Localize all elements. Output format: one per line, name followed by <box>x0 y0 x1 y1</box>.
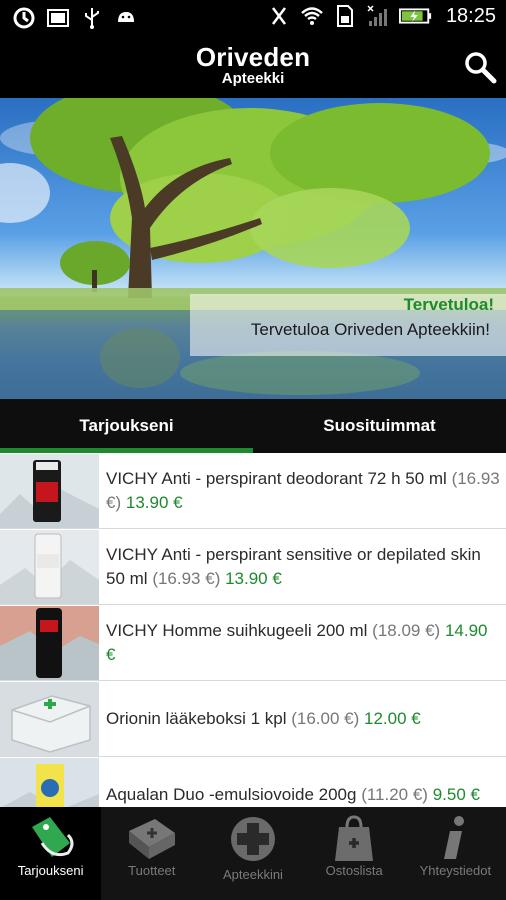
welcome-text: Tervetuloa Oriveden Apteekkiin! <box>250 320 490 339</box>
bottom-navigation: Tarjoukseni Tuotteet Apteekkini Ostoslis… <box>0 807 506 900</box>
screen-icon <box>47 9 69 27</box>
nav-tuotteet[interactable]: Tuotteet <box>101 807 202 900</box>
app-header: Oriveden Apteekki <box>0 37 506 98</box>
list-item[interactable]: VICHY Anti - perspirant deodorant 72 h 5… <box>0 453 506 529</box>
nav-label: Apteekkini <box>222 867 283 882</box>
usb-icon <box>85 8 99 29</box>
offer-price: 9.50 € <box>432 785 480 804</box>
wifi-icon <box>301 7 323 25</box>
old-price: (18.09 €) <box>372 621 441 640</box>
list-item[interactable]: Orionin lääkeboksi 1 kpl (16.00 €) 12.00… <box>0 681 506 757</box>
clock: 18:25 <box>445 4 496 27</box>
product-name: VICHY Anti - perspirant deodorant 72 h 5… <box>106 469 447 488</box>
welcome-title: Tervetuloa! <box>403 295 494 314</box>
tab-tarjoukseni[interactable]: Tarjoukseni <box>0 399 253 453</box>
product-description: VICHY Anti - perspirant deodorant 72 h 5… <box>106 467 500 515</box>
sync-icon <box>13 7 35 29</box>
nav-label: Tarjoukseni <box>17 863 84 878</box>
status-bar: 18:25 <box>0 0 506 37</box>
battery-charging-icon <box>398 8 432 24</box>
nav-apteekkini[interactable]: Apteekkini <box>202 807 303 900</box>
old-price: (16.93 €) <box>152 569 221 588</box>
product-description: VICHY Homme suihkugeeli 200 ml (18.09 €)… <box>106 619 500 667</box>
product-thumbnail <box>0 758 99 807</box>
offer-price: 13.90 € <box>125 493 183 512</box>
list-item[interactable]: VICHY Anti - perspirant sensitive or dep… <box>0 529 506 605</box>
nav-tarjoukseni[interactable]: Tarjoukseni <box>0 807 102 900</box>
product-name: Aqualan Duo -emulsiovoide 200g <box>106 785 357 804</box>
app-subtitle: Apteekki <box>221 70 285 87</box>
android-icon <box>118 12 134 22</box>
tab-bar: Tarjoukseni Suosituimmat <box>0 399 506 453</box>
info-icon <box>444 816 465 859</box>
mute-icon <box>271 7 286 25</box>
search-icon[interactable] <box>462 49 498 85</box>
shopping-bag-icon <box>335 815 374 861</box>
list-item[interactable]: Aqualan Duo -emulsiovoide 200g (11.20 €)… <box>0 757 506 807</box>
product-list[interactable]: VICHY Anti - perspirant deodorant 72 h 5… <box>0 453 506 807</box>
offer-price: 12.00 € <box>364 709 421 728</box>
nav-ostoslista[interactable]: Ostoslista <box>304 807 405 900</box>
product-description: Aqualan Duo -emulsiovoide 200g (11.20 €)… <box>106 783 480 807</box>
product-description: Orionin lääkeboksi 1 kpl (16.00 €) 12.00… <box>106 707 421 731</box>
product-thumbnail <box>0 454 99 528</box>
pharmacy-cross-icon <box>230 817 275 861</box>
app-title: Oriveden <box>195 42 311 72</box>
sim-icon <box>336 5 353 27</box>
tab-suosituimmat[interactable]: Suosituimmat <box>253 399 506 453</box>
product-thumbnail <box>0 530 99 604</box>
old-price: (16.00 €) <box>291 709 360 728</box>
list-item[interactable]: VICHY Homme suihkugeeli 200 ml (18.09 €)… <box>0 605 506 681</box>
nav-label: Tuotteet <box>128 863 176 878</box>
nav-label: Yhteystiedot <box>419 863 492 878</box>
product-name: VICHY Homme suihkugeeli 200 ml <box>106 621 368 640</box>
product-description: VICHY Anti - perspirant sensitive or dep… <box>106 543 500 591</box>
welcome-banner: Tervetuloa! Tervetuloa Oriveden Apteekki… <box>0 98 506 399</box>
offer-price: 13.90 € <box>225 569 282 588</box>
nav-yhteystiedot[interactable]: Yhteystiedot <box>405 807 506 900</box>
products-icon <box>128 819 175 859</box>
old-price: (11.20 €) <box>361 785 428 804</box>
product-thumbnail <box>0 606 99 680</box>
nav-label: Ostoslista <box>325 863 383 878</box>
brand-logo: Oriveden Apteekki <box>0 43 506 87</box>
product-name: Orionin lääkeboksi 1 kpl <box>106 709 287 728</box>
offer-tag-icon <box>31 817 74 857</box>
product-thumbnail <box>0 682 99 756</box>
signal-icon <box>367 5 387 26</box>
